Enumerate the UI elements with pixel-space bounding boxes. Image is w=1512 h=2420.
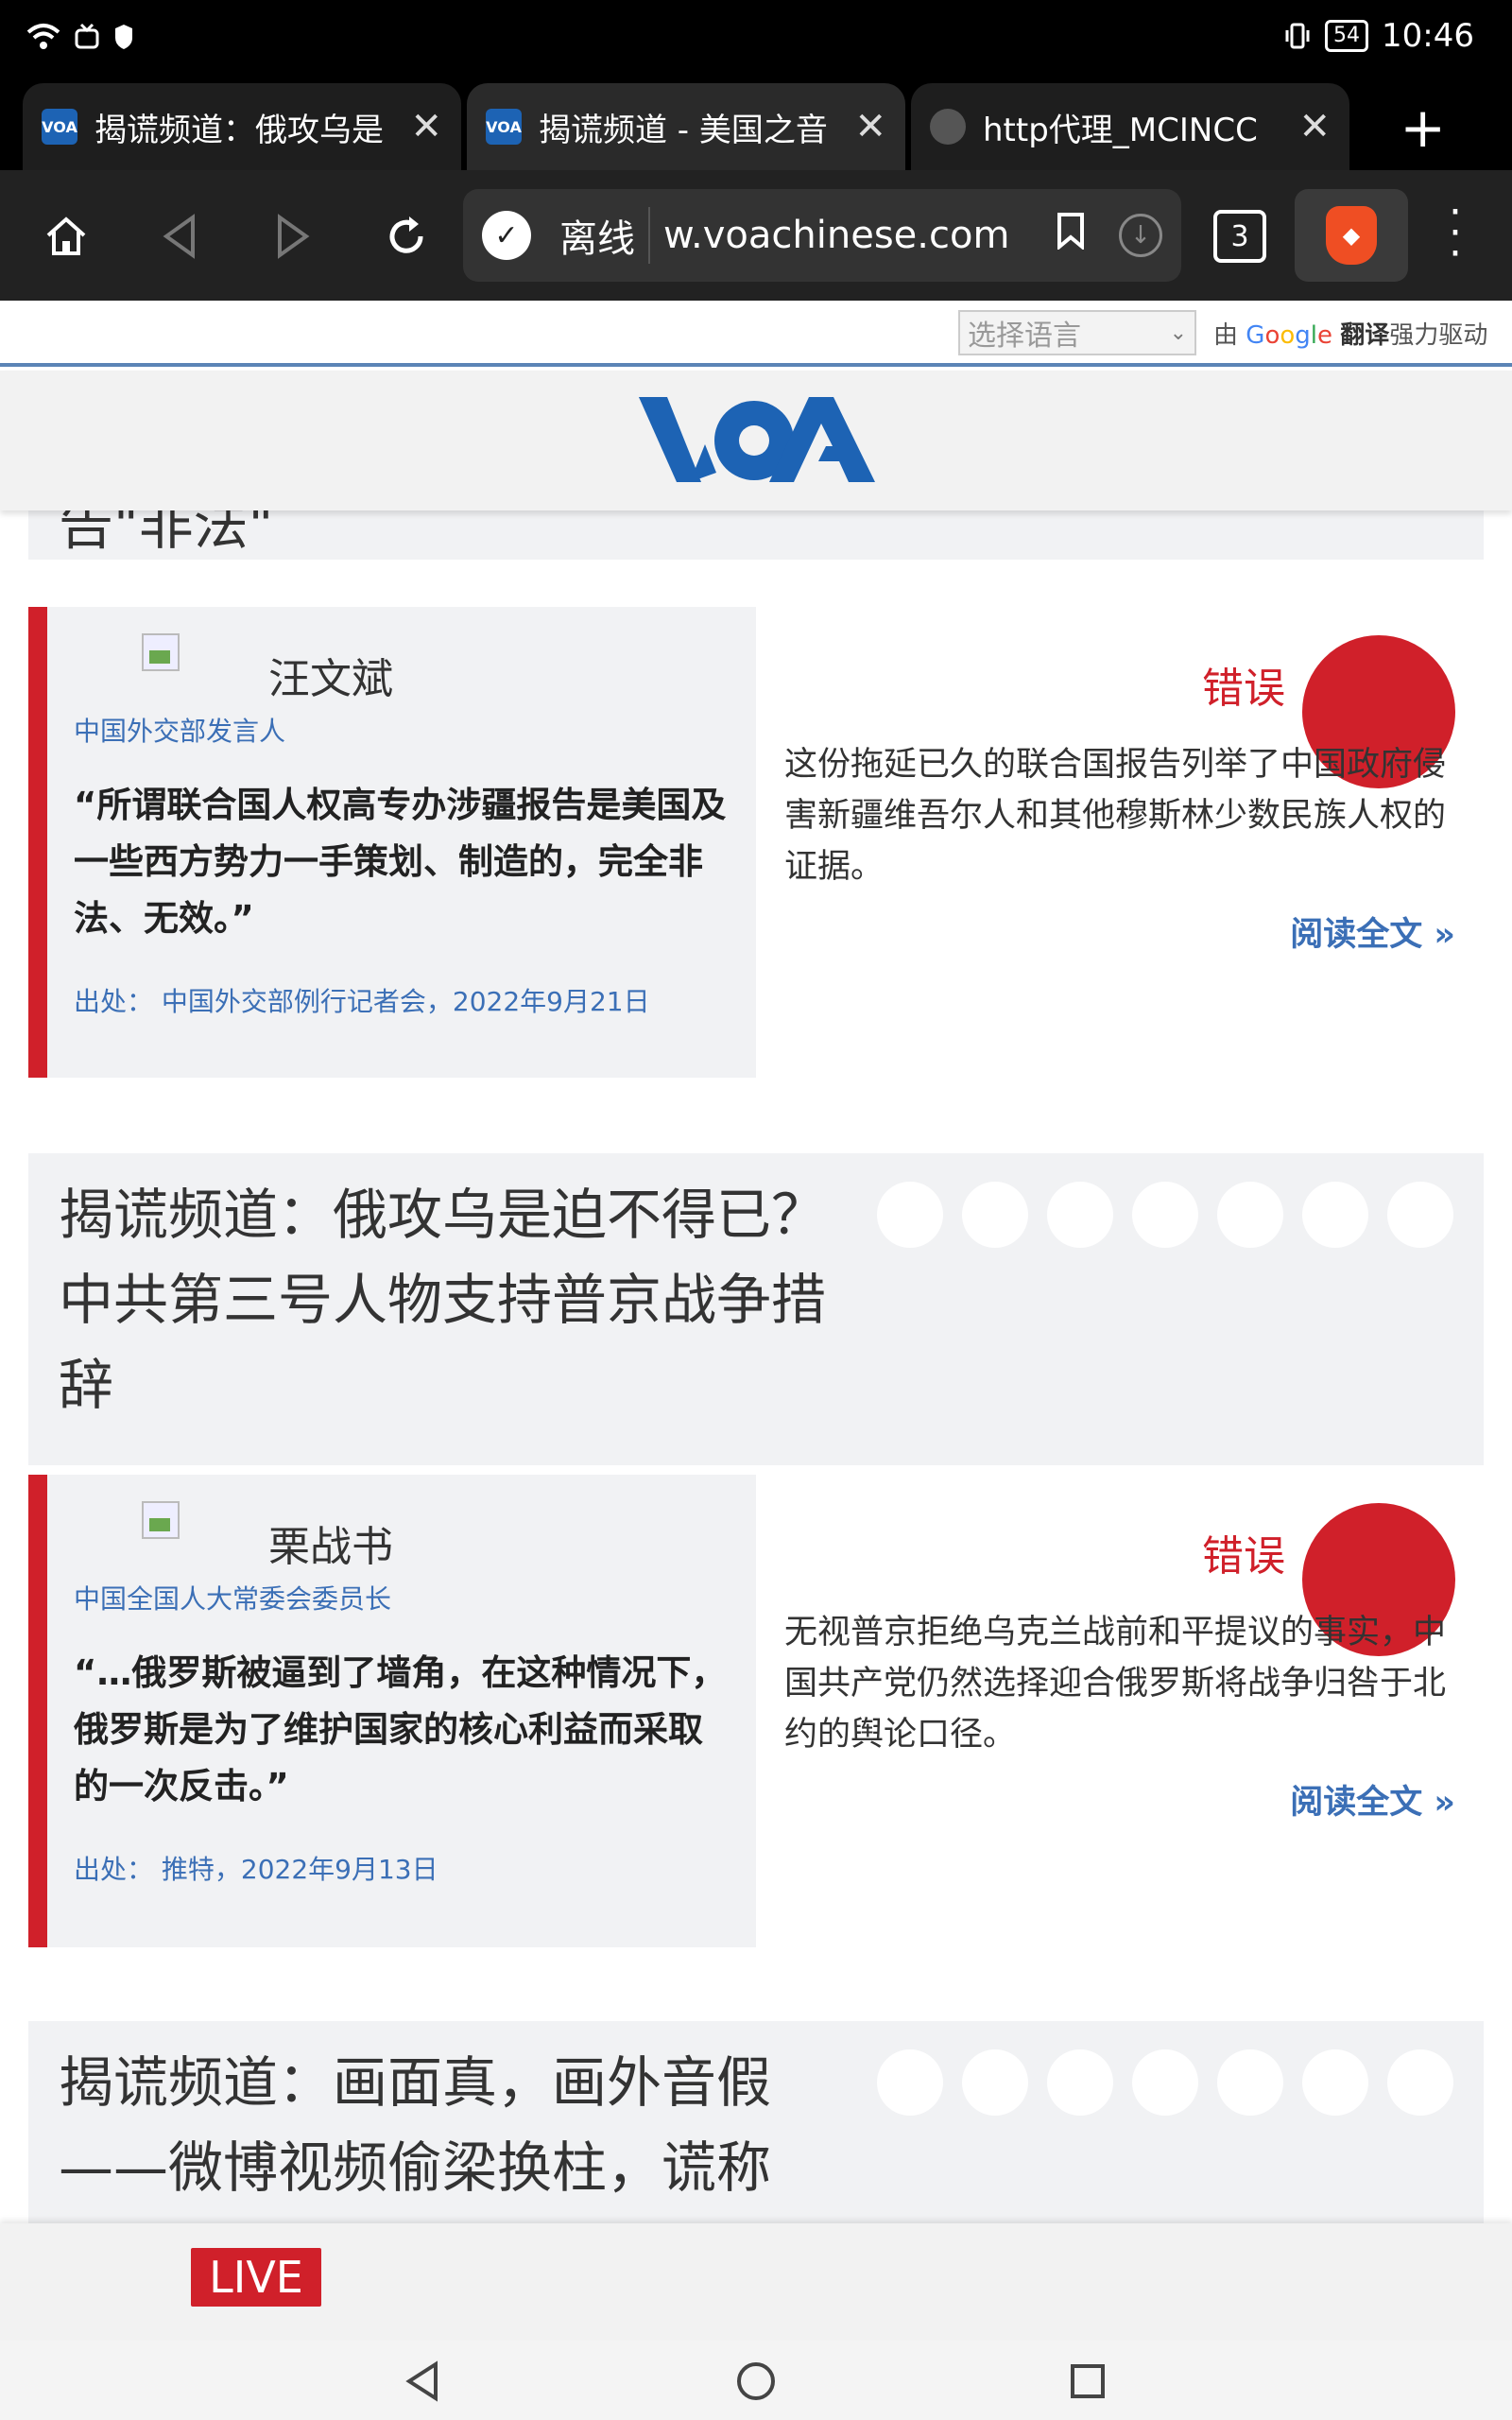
share-dot[interactable] [962, 2049, 1028, 2116]
partial-title-card[interactable]: 告"非法" [28, 510, 1484, 560]
offline-status-icon: ✓ [482, 211, 531, 260]
share-dot[interactable] [1217, 1182, 1283, 1248]
share-dot[interactable] [1132, 1182, 1198, 1248]
download-icon[interactable]: ↓ [1119, 214, 1162, 257]
google-powered-by: 由 Google 翻译强力驱动 [1213, 316, 1487, 351]
close-tab-icon[interactable]: ✕ [410, 105, 442, 148]
voa-favicon-icon: VOA [42, 109, 77, 145]
google-logo: Google [1246, 321, 1333, 350]
battery-indicator: 54 [1325, 20, 1369, 52]
chevron-down-icon: ⌄ [1169, 320, 1187, 345]
speaker-photo-broken-image [142, 633, 180, 671]
forward-arrow-icon[interactable] [265, 208, 321, 265]
voa-site-header [0, 371, 1512, 510]
read-more-link[interactable]: 阅读全文 » [1290, 908, 1455, 956]
nav-home-icon[interactable] [730, 2356, 782, 2407]
share-dot[interactable] [1302, 1182, 1368, 1248]
claim-quote: “所谓联合国人权高专办涉疆报告是美国及一些西方势力一手策划、制造的，完全非法、无… [74, 785, 727, 939]
claim-source: 出处： 推特，2022年9月13日 [74, 1854, 438, 1885]
article-title-card[interactable]: 揭谎频道：俄攻乌是迫不得已？中共第三号人物支持普京战争措辞 [28, 1153, 1484, 1465]
article-title-card[interactable]: 揭谎频道：画面真，画外音假——微博视频偷梁换柱，谎称 [28, 2021, 1484, 2223]
language-select[interactable]: 选择语言 ⌄ [958, 310, 1196, 355]
tab-title: http代理_MCINCC [983, 111, 1258, 149]
share-dot[interactable] [1387, 1182, 1453, 1248]
browser-tab-3[interactable]: http代理_MCINCC ✕ [911, 83, 1349, 170]
share-dot[interactable] [1047, 2049, 1113, 2116]
speaker-role: 中国外交部发言人 [74, 716, 286, 747]
share-dot[interactable] [877, 1182, 943, 1248]
home-icon[interactable] [38, 208, 94, 265]
share-dot[interactable] [1132, 2049, 1198, 2116]
powered-prefix: 由 [1213, 321, 1239, 350]
verdict-label: 错误 [1202, 1532, 1285, 1581]
powered-suffix: 强力驱动 [1389, 321, 1488, 350]
article-title: 揭谎频道：俄攻乌是迫不得已？中共第三号人物支持普京战争措辞 [59, 1183, 827, 1417]
tab-title: 揭谎频道：俄攻乌是 [94, 111, 384, 149]
claim-source: 出处： 中国外交部例行记者会，2022年9月21日 [74, 986, 650, 1017]
google-translate-bar: 选择语言 ⌄ 由 Google 翻译强力驱动 [0, 301, 1512, 367]
brave-shields-button[interactable]: ◆ [1295, 189, 1408, 282]
url-separator [648, 207, 650, 264]
verdict-panel: 错误 这份拖延已久的联合国报告列举了中国政府侵害新疆维吾尔人和其他穆斯林少数民族… [756, 607, 1484, 1078]
speaker-role: 中国全国人大常委会委员长 [74, 1583, 392, 1615]
article-title: 揭谎频道：画面真，画外音假——微博视频偷梁换柱，谎称 [59, 2050, 772, 2200]
vibrate-icon [1285, 23, 1310, 49]
browser-tab-1[interactable]: VOA 揭谎频道：俄攻乌是 ✕ [23, 83, 461, 170]
wifi-icon [26, 24, 60, 49]
share-dot[interactable] [962, 1182, 1028, 1248]
share-dot[interactable] [1217, 2049, 1283, 2116]
notification-icon [75, 23, 99, 49]
tab-count-button[interactable]: 3 [1213, 210, 1266, 263]
shield-status-icon [115, 25, 132, 49]
voa-logo[interactable] [639, 388, 875, 495]
speaker-name: 栗战书 [268, 1523, 393, 1571]
article-title: 告"非法" [59, 510, 274, 557]
verdict-label: 错误 [1202, 665, 1285, 713]
verdict-explanation: 无视普京拒绝乌克兰战前和平提议的事实，中国共产党仍然选择迎合俄罗斯将战争归咎于北… [784, 1614, 1447, 1754]
nav-back-icon[interactable] [397, 2356, 448, 2407]
back-arrow-icon[interactable] [151, 208, 208, 265]
verdict-explanation: 这份拖延已久的联合国报告列举了中国政府侵害新疆维吾尔人和其他穆斯林少数民族人权的… [784, 746, 1447, 886]
more-menu-icon[interactable]: · · · [1436, 192, 1474, 275]
share-dot[interactable] [1047, 1182, 1113, 1248]
system-navigation-bar [0, 2341, 1512, 2420]
voa-favicon-icon: VOA [486, 109, 522, 145]
share-dot[interactable] [877, 2049, 943, 2116]
tab-title: 揭谎频道 - 美国之音 [539, 111, 828, 149]
system-status-bar: 54 10:46 [0, 0, 1512, 83]
claim-card: 栗战书 中国全国人大常委会委员长 “…俄罗斯被逼到了墙角，在这种情况下，俄罗斯是… [28, 1475, 756, 1947]
nav-recents-icon[interactable] [1062, 2356, 1113, 2407]
reload-icon[interactable] [378, 208, 435, 265]
share-dot[interactable] [1387, 2049, 1453, 2116]
claim-quote: “…俄罗斯被逼到了墙角，在这种情况下，俄罗斯是为了维护国家的核心利益而采取的一次… [74, 1652, 727, 1806]
live-button[interactable]: LIVE [191, 2248, 321, 2307]
url-status-label: 离线 [559, 217, 635, 261]
share-dots [877, 1182, 1453, 1248]
speaker-name: 汪文斌 [268, 655, 393, 703]
browser-tab-strip: VOA 揭谎频道：俄攻乌是 ✕ VOA 揭谎频道 - 美国之音 ✕ http代理… [0, 83, 1512, 170]
clock: 10:46 [1382, 17, 1474, 55]
share-dots [877, 2049, 1453, 2116]
language-select-placeholder: 选择语言 [968, 320, 1081, 353]
live-bar: LIVE [0, 2223, 1512, 2341]
read-more-link[interactable]: 阅读全文 » [1290, 1775, 1455, 1824]
browser-tab-2[interactable]: VOA 揭谎频道 - 美国之音 ✕ [467, 83, 905, 170]
bookmark-icon[interactable] [1057, 212, 1085, 259]
claim-card: 汪文斌 中国外交部发言人 “所谓联合国人权高专办涉疆报告是美国及一些西方势力一手… [28, 607, 756, 1078]
url-text: w.voachinese.com [663, 214, 1010, 257]
speaker-photo-broken-image [142, 1501, 180, 1539]
translate-product-name: 翻译 [1340, 321, 1390, 350]
share-dot[interactable] [1302, 2049, 1368, 2116]
close-tab-icon[interactable]: ✕ [854, 105, 886, 148]
close-tab-icon[interactable]: ✕ [1298, 105, 1331, 148]
fact-check-list: 告"非法" 汪文斌 中国外交部发言人 “所谓联合国人权高专办涉疆报告是美国及一些… [0, 510, 1512, 2223]
new-tab-plus-icon[interactable]: + [1400, 100, 1446, 155]
address-bar[interactable]: ✓ 离线 w.voachinese.com ↓ [463, 189, 1181, 282]
globe-icon [930, 109, 966, 145]
verdict-panel: 错误 无视普京拒绝乌克兰战前和平提议的事实，中国共产党仍然选择迎合俄罗斯将战争归… [756, 1475, 1484, 1947]
brave-lion-icon: ◆ [1326, 206, 1377, 265]
